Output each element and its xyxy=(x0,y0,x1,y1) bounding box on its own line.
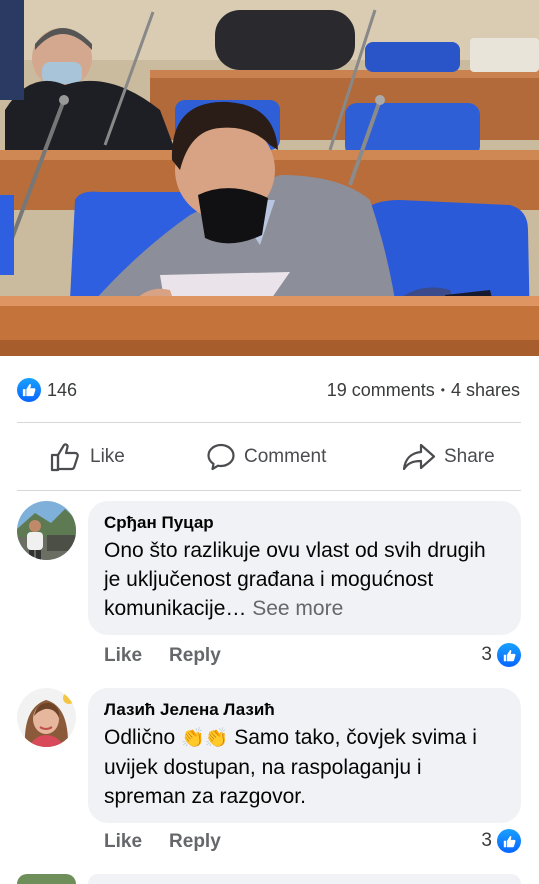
comment-reply-button[interactable]: Reply xyxy=(169,831,221,853)
comment-bubble[interactable]: Лазић Јелена Лазић Odlično 👏👏 Samo tako,… xyxy=(88,688,521,823)
like-count[interactable]: 146 xyxy=(47,378,77,402)
comment-reaction-number: 3 xyxy=(481,644,492,665)
comment-like-button[interactable]: Like xyxy=(104,645,142,667)
share-button-label: Share xyxy=(444,446,495,467)
comments-count-link[interactable]: 19 comments xyxy=(327,378,435,402)
comment-reply-button[interactable]: Reply xyxy=(169,645,221,667)
comment-author[interactable]: Срђан Пуцар xyxy=(104,512,505,534)
comment-like-button[interactable]: Like xyxy=(104,831,142,853)
comment-button-label: Comment xyxy=(244,446,327,467)
separator-dot: • xyxy=(440,383,445,397)
comment-reaction-count[interactable]: 3 xyxy=(481,829,521,853)
like-reaction-icon xyxy=(497,643,521,667)
share-button[interactable]: Share xyxy=(402,441,495,473)
comment-body: Odlično xyxy=(104,726,176,749)
thumbs-up-icon xyxy=(503,835,515,847)
comment-reaction-count[interactable]: 3 xyxy=(481,643,521,667)
comment-button[interactable]: Comment xyxy=(206,441,326,473)
post-photo[interactable] xyxy=(0,0,539,356)
comment-bubble[interactable] xyxy=(88,874,521,884)
comment-author[interactable]: Лазић Јелена Лазић xyxy=(104,699,505,721)
avatar[interactable] xyxy=(17,501,76,560)
comment-text: Odlično 👏👏 Samo tako, čovjek svima i uvi… xyxy=(104,723,505,811)
comment-text: Ono što razlikuje ovu vlast od svih drug… xyxy=(104,536,505,623)
like-reaction-icon[interactable] xyxy=(17,378,41,402)
like-button[interactable]: Like xyxy=(50,441,125,473)
avatar-photo xyxy=(17,501,76,560)
avatar[interactable] xyxy=(17,874,76,884)
avatar-photo xyxy=(17,688,76,747)
thumbs-up-outline-icon xyxy=(50,443,79,472)
post-actions-bar: Like Comment Share xyxy=(0,423,539,490)
comment-bubble[interactable]: Срђан Пуцар Ono što razlikuje ovu vlast … xyxy=(88,501,521,635)
comments-shares-summary: 19 comments • 4 shares xyxy=(327,378,520,402)
clapping-hands-emoji: 👏👏 xyxy=(181,728,229,749)
see-more-link[interactable]: See more xyxy=(252,597,343,620)
comment-meta: Like Reply xyxy=(104,645,221,667)
thumbs-up-icon xyxy=(503,649,515,661)
like-reaction-icon xyxy=(497,829,521,853)
divider xyxy=(17,490,521,491)
avatar[interactable] xyxy=(17,688,76,747)
comment-meta: Like Reply xyxy=(104,831,221,853)
post-photo-image xyxy=(0,0,539,356)
comment-reaction-number: 3 xyxy=(481,830,492,851)
comment-bubble-icon xyxy=(207,443,235,471)
like-button-label: Like xyxy=(90,446,125,467)
share-arrow-icon xyxy=(402,443,436,471)
thumbs-up-icon xyxy=(22,384,36,397)
shares-count-link[interactable]: 4 shares xyxy=(451,378,520,402)
